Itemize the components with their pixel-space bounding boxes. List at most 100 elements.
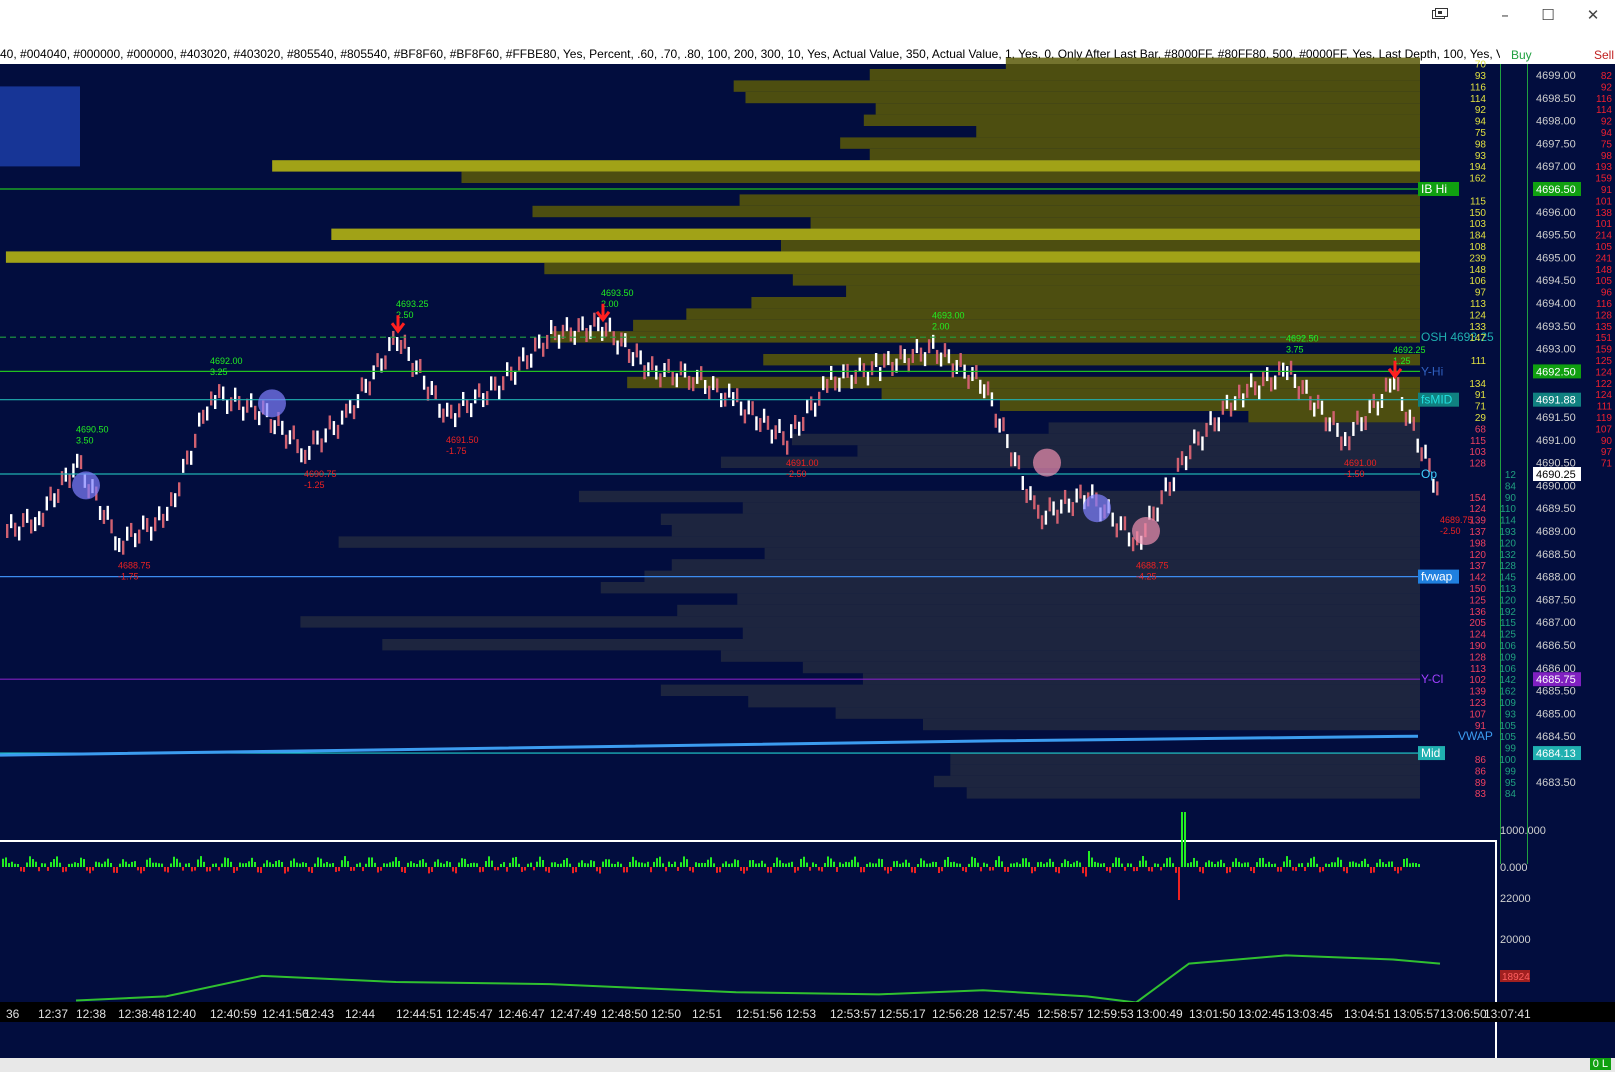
ask-size-cell: 114 [1500,516,1516,527]
price-bar [1048,497,1051,512]
price-bar [380,358,383,373]
close-button[interactable]: ✕ [1578,4,1608,26]
volume-delta-bar [407,862,409,867]
volume-delta-bar [512,857,514,867]
volume-delta-bar [413,863,415,867]
ask-size-cell: 93 [1505,709,1517,720]
price-bar [198,412,201,427]
volume-delta-bar [908,862,910,867]
price-bar [747,400,750,415]
volume-profile-row [737,593,1420,605]
price-bar [10,514,13,529]
bid-size-cell: 137 [1469,561,1486,572]
sell-size-cell: 98 [1601,151,1613,162]
volume-delta-bar [953,861,955,867]
volume-delta-bar [1394,867,1396,871]
volume-delta-bar [173,856,175,867]
volume-delta-bar [662,863,664,867]
sell-size-cell: 122 [1595,379,1612,390]
volume-delta-bar [878,858,880,867]
price-bar [269,418,273,433]
ask-size-cell: 162 [1499,687,1516,698]
volume-delta-bar [725,861,727,867]
volume-delta-bar [779,860,781,867]
level-label: Y-Hi [1421,364,1443,378]
volume-delta-bar [131,861,133,867]
price-bar [348,399,352,414]
price-bar [627,348,631,363]
minimize-button[interactable]: – [1490,4,1520,26]
price-bar [162,513,165,528]
volume-delta-bar [1397,867,1399,874]
sell-size-cell: 92 [1601,117,1613,128]
volume-delta-bar [479,867,481,873]
volume-delta-bar [1358,863,1360,867]
volume-delta-bar [542,860,544,867]
ladder-volume-cell: 75 [1475,128,1487,139]
time-axis-label: 12:41:56 [262,1007,309,1021]
volume-delta-bar [1052,861,1054,867]
volume-delta-bar [215,863,217,867]
price-axis-label: 4689.50 [1536,503,1576,515]
volume-delta-bar [257,867,259,873]
price-bar [494,376,497,391]
volume-delta-bar [1316,863,1318,867]
price-bar [1225,394,1229,409]
volume-delta-bar [146,859,148,867]
volume-delta-bar [968,863,970,867]
volume-delta-bar [347,861,349,867]
volume-delta-bar [176,858,178,867]
price-bar [1180,451,1184,466]
volume-delta-bar [1187,863,1189,867]
level-label: Y-Cl [1421,672,1443,686]
volume-delta-bar [224,857,226,867]
time-axis-label: 12:38 [76,1007,106,1021]
volume-delta-bar [617,861,619,867]
volume-delta-bar [1418,863,1420,867]
ask-size-cell: 110 [1500,504,1516,515]
volume-delta-bar [140,867,142,874]
price-bar [739,401,743,416]
price-bar [1328,417,1331,432]
chart-area[interactable]: IB Hi OSH 4693.25 Y-Hi fsMID Op fvwap Y-Cl Mid V… [0,44,1615,1058]
volume-delta-bar [248,861,250,867]
price-bar [392,330,395,345]
price-bar [1360,417,1363,432]
price-bar [1010,452,1013,467]
price-bar [399,339,403,354]
bid-size-cell: 128 [1469,652,1486,663]
price-bar [854,369,857,384]
ladder-volume-cell: 116 [1470,82,1486,93]
volume-delta-bar [509,862,511,867]
price-bar [1176,457,1180,472]
maximize-button[interactable]: ☐ [1533,4,1563,26]
volume-delta-bar [1085,867,1087,877]
window-cascade-icon[interactable] [1425,4,1455,26]
bid-size-cell: 83 [1475,789,1487,800]
price-bar [1044,510,1048,525]
status-bar: 0 L [0,1058,1615,1072]
price-chart[interactable]: IB HiOSH 4693.25Y-HifsMIDOpfvwapY-ClMidV… [0,44,1615,1058]
volume-delta-bar [1229,867,1231,873]
volume-delta-bar [1145,860,1147,867]
volume-delta-bar [83,859,85,867]
buy-column-header: Buy [1511,48,1532,62]
volume-delta-bar [41,863,43,867]
swing-price-label: 4693.00 [932,311,965,321]
volume-delta-bar [689,867,691,871]
time-axis-label: 36 [6,1007,20,1021]
ask-size-cell: 84 [1505,481,1517,492]
volume-delta-bar [365,863,367,867]
volume-delta-bar [1349,861,1351,867]
price-bar [659,373,662,388]
volume-delta-bar [1274,863,1276,867]
ask-size-cell: 109 [1499,698,1516,709]
volume-delta-bar [1412,862,1414,867]
bid-size-cell: 103 [1469,447,1486,458]
bid-size-cell: 91 [1475,721,1487,732]
price-bar [210,391,213,406]
volume-delta-bar [1097,862,1099,867]
volume-delta-bar [503,862,505,867]
volume-delta-bar [254,862,256,867]
price-bar [1075,488,1078,503]
